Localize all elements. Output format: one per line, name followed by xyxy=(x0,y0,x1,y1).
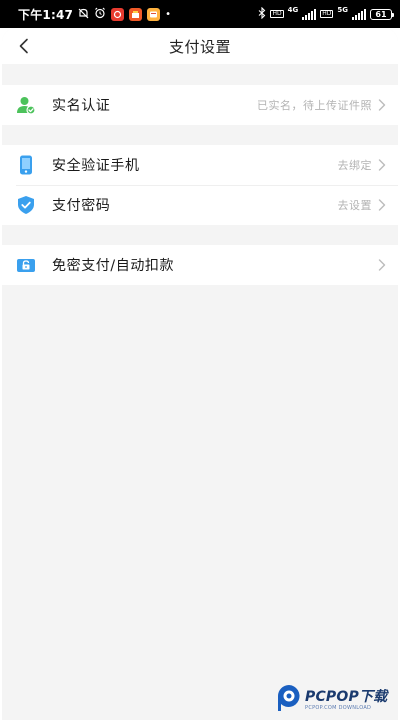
status-left: 下午1:47 • xyxy=(18,6,171,23)
hd-icon: HD xyxy=(270,10,284,18)
alarm-icon xyxy=(94,7,106,21)
hd-icon-2: HD xyxy=(320,10,334,18)
nav-bar: 支付设置 xyxy=(2,28,398,64)
settings-group-security: 安全验证手机 去绑定 支付密码 去设置 xyxy=(2,145,398,225)
chevron-left-icon xyxy=(19,38,28,54)
network-5g-icon: 5G xyxy=(337,6,348,14)
settings-group-auto-pay: 免密支付/自动扣款 xyxy=(2,245,398,285)
status-right: HD 4G HD 5G 61 xyxy=(258,6,394,21)
chevron-right-icon xyxy=(378,98,388,112)
settings-row-value: 去绑定 xyxy=(337,159,372,172)
phone-icon xyxy=(16,155,36,175)
watermark: PCPOP下载 PCPOP.COM DOWNLOAD xyxy=(276,684,387,716)
signal-icon-2 xyxy=(352,8,366,20)
shield-check-icon xyxy=(16,195,36,215)
app-notification-icon-2 xyxy=(129,7,143,21)
network-4g-icon: 4G xyxy=(287,6,299,14)
unlock-icon xyxy=(16,255,36,275)
settings-group-identity: 实名认证 已实名，待上传证件照 xyxy=(2,85,398,125)
mute-icon xyxy=(78,8,89,21)
signal-icon-1 xyxy=(302,8,317,20)
more-notifications-dot: • xyxy=(165,8,171,20)
app-notification-icon-3 xyxy=(147,7,161,21)
user-verified-icon xyxy=(16,95,36,115)
status-bar: 下午1:47 • HD 4G HD 5G 61 xyxy=(0,0,400,28)
status-time: 下午1:47 xyxy=(18,7,74,22)
page-title: 支付设置 xyxy=(168,37,231,56)
settings-row-security-phone[interactable]: 安全验证手机 去绑定 xyxy=(2,145,398,185)
bluetooth-icon xyxy=(258,6,266,21)
chevron-right-icon xyxy=(378,158,388,172)
settings-row-label: 安全验证手机 xyxy=(52,158,140,174)
settings-row-value: 去设置 xyxy=(337,199,372,212)
settings-row-label: 免密支付/自动扣款 xyxy=(52,258,175,274)
watermark-text-wrap: PCPOP下载 PCPOP.COM DOWNLOAD xyxy=(305,689,387,711)
settings-row-label: 实名认证 xyxy=(52,98,111,114)
settings-row-password-free-pay[interactable]: 免密支付/自动扣款 xyxy=(2,245,398,285)
settings-row-payment-password[interactable]: 支付密码 去设置 xyxy=(2,185,398,225)
settings-row-label: 支付密码 xyxy=(52,198,111,214)
app-notification-icon xyxy=(111,7,125,21)
chevron-right-icon xyxy=(378,258,388,272)
watermark-logo-icon xyxy=(276,683,302,717)
settings-row-real-name-auth[interactable]: 实名认证 已实名，待上传证件照 xyxy=(2,85,398,125)
battery-icon: 61 xyxy=(370,8,394,20)
watermark-subtext: PCPOP.COM DOWNLOAD xyxy=(305,705,372,711)
payment-settings-screen: 支付设置 实名认证 已实名，待上传证件照 安全验证手机 去绑定 支付密码 去设置… xyxy=(2,28,398,720)
watermark-text: PCPOP下载 xyxy=(305,689,388,705)
chevron-right-icon xyxy=(378,198,388,212)
settings-row-value: 已实名，待上传证件照 xyxy=(257,99,372,112)
back-button[interactable] xyxy=(10,33,38,59)
